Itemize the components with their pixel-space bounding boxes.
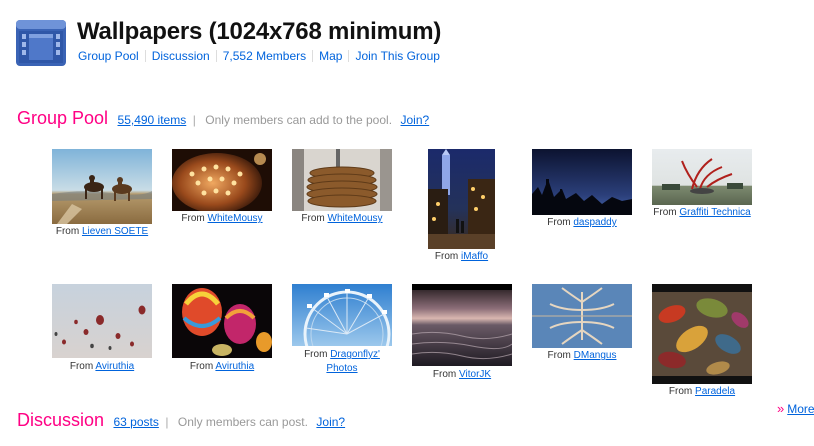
photographer-link[interactable]: DMangus [574,350,617,361]
photographer-link-cont[interactable]: Photos [326,363,357,374]
more-photos-link[interactable]: » More [777,401,814,416]
photo-thumb-bread-stack[interactable] [292,149,392,211]
nav-discussion[interactable]: Discussion [152,49,210,63]
photographer-link[interactable]: Dragonflyz' [330,349,380,360]
photo-thumb-lamp-glow[interactable] [172,149,272,211]
discussion-members-note: Only members can post. [177,415,308,429]
photo-caption: From Aviruthia [189,361,255,372]
photo-caption: From WhiteMousy [181,213,263,224]
photographer-link[interactable]: Lieven SOETE [82,226,148,237]
group-pool-header: Group Pool 55,490 items | Only members c… [17,108,429,129]
photo-thumb-leaves[interactable] [652,284,752,384]
photographer-link[interactable]: WhiteMousy [208,213,263,224]
photo-thumb-sea-sunset[interactable] [412,284,512,366]
photo-caption: From Dragonflyz' Photos [304,349,380,374]
pool-join-link[interactable]: Join? [401,113,430,127]
nav-group-pool[interactable]: Group Pool [78,49,139,63]
photo-caption: From Lieven SOETE [55,226,149,237]
photographer-link[interactable]: Aviruthia [95,361,134,372]
discussion-join-link[interactable]: Join? [316,415,345,429]
photo-caption: From VitorJK [432,369,492,380]
photographer-link[interactable]: Graffiti Technica [679,207,750,218]
group-pool-title[interactable]: Group Pool [17,108,108,128]
nav-map[interactable]: Map [319,49,342,63]
photographer-link[interactable]: VitorJK [459,369,491,380]
photographer-link[interactable]: Paradela [695,386,735,397]
photo-caption: From DMangus [547,350,617,361]
photo-thumb-graffiti-sculpture[interactable] [652,149,752,205]
nav-divider [144,50,146,62]
more-arrow: » [777,401,785,416]
nav-members[interactable]: 7,552 Members [223,49,306,63]
photographer-link[interactable]: iMaffo [461,251,488,262]
photo-thumb-night-trees[interactable] [532,149,632,215]
photo-thumb-horse-riders[interactable] [52,149,152,224]
pool-item-count[interactable]: 55,490 items [118,113,187,127]
photographer-link[interactable]: WhiteMousy [328,213,383,224]
photo-thumb-tree-reflection[interactable] [532,284,632,348]
group-nav: Group Pool Discussion 7,552 Members Map Join… [78,49,440,63]
discussion-post-count[interactable]: 63 posts [113,415,158,429]
photographer-link[interactable]: daspaddy [573,217,616,228]
discussion-title[interactable]: Discussion [17,410,104,430]
photo-thumb-balloons-night[interactable] [172,284,272,358]
group-buddy-icon [16,20,66,66]
photographer-link[interactable]: Aviruthia [215,361,254,372]
pool-separator: | [192,113,196,127]
photo-caption: From daspaddy [547,217,617,228]
more-label[interactable]: More [787,402,814,416]
photo-caption: From Graffiti Technica [653,207,751,218]
nav-divider [215,50,217,62]
photo-thumb-balloons-sky[interactable] [52,284,152,358]
photo-thumb-ferris-wheel[interactable] [292,284,392,346]
photo-caption: From WhiteMousy [301,213,383,224]
photo-caption: From iMaffo [434,251,489,262]
discussion-separator: | [165,415,169,429]
photo-caption: From Aviruthia [69,361,135,372]
group-title: Wallpapers (1024x768 minimum) [77,18,442,45]
discussion-header: Discussion 63 posts | Only members can p… [17,410,345,431]
photo-caption: From Paradela [668,386,736,397]
nav-join-group[interactable]: Join This Group [355,49,440,63]
pool-members-note: Only members can add to the pool. [205,113,393,127]
nav-divider [348,50,350,62]
nav-divider [312,50,314,62]
photo-thumb-night-street[interactable] [428,149,495,249]
